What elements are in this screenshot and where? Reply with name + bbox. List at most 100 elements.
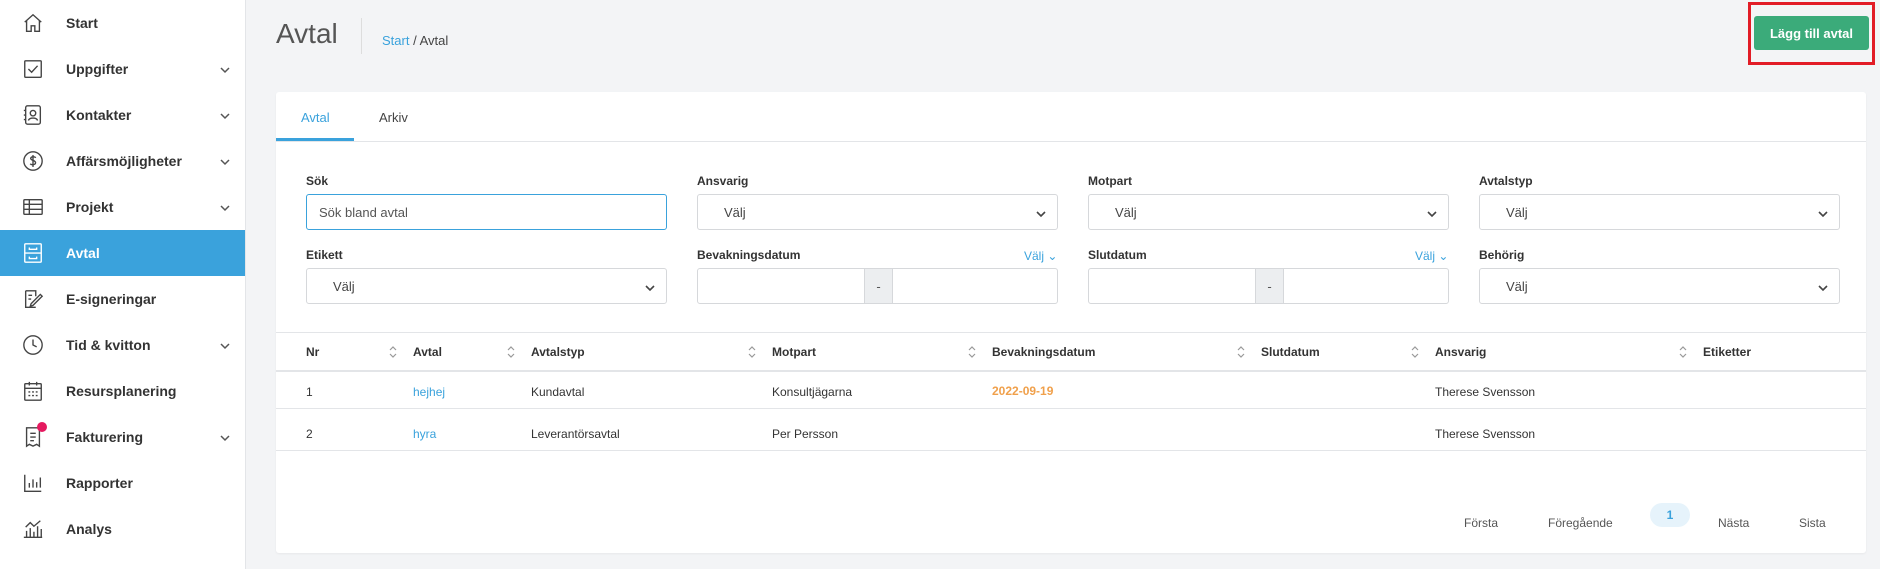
table-icon [22,196,44,218]
bevakningsdatum-from-input[interactable] [698,269,864,303]
slutdatum-select-link[interactable]: Välj ⌄ [1415,249,1448,263]
sort-icon[interactable] [967,345,977,359]
sort-icon[interactable] [388,345,398,359]
sidebar-item-label: Start [66,15,98,31]
breadcrumb-current: Avtal [419,33,449,48]
column-header-nr[interactable]: Nr [306,345,319,359]
sidebar-item-e-signeringar[interactable]: E-signeringar [0,276,245,322]
select-value: Välj [724,205,746,220]
sidebar-item-resursplanering[interactable]: Resursplanering [0,368,245,414]
bevakningsdatum-range: - [697,268,1058,304]
cell-motpart: Per Persson [772,427,839,441]
column-header-avtalstyp[interactable]: Avtalstyp [531,345,585,359]
column-header-avtal[interactable]: Avtal [413,345,442,359]
behorig-select[interactable]: Välj [1479,268,1840,304]
sidebar-item-label: E-signeringar [66,291,157,307]
sidebar-item-start[interactable]: Start [0,0,245,46]
column-header-motpart[interactable]: Motpart [772,345,816,359]
tab-arkiv[interactable]: Arkiv [379,110,408,125]
sidebar-item-affarsmojligheter[interactable]: Affärsmöjligheter [0,138,245,184]
etikett-select[interactable]: Välj [306,268,667,304]
tab-avtal[interactable]: Avtal [301,110,330,125]
chevron-down-icon[interactable] [219,201,231,213]
contacts-icon [22,104,44,126]
sort-icon[interactable] [1410,345,1420,359]
breadcrumb-link-start[interactable]: Start [382,33,409,48]
active-tab-indicator [276,138,354,141]
sok-label: Sök [306,174,329,188]
cell-bevakningsdatum: 2022-09-19 [992,384,1054,398]
motpart-select[interactable]: Välj [1088,194,1449,230]
sidebar-item-label: Avtal [66,245,100,261]
sidebar-item-projekt[interactable]: Projekt [0,184,245,230]
link-label: Välj [1024,249,1045,263]
chevron-down-icon: ⌄ [1438,249,1449,263]
sort-icon[interactable] [1678,345,1688,359]
cell-avtal-link[interactable]: hyra [413,427,436,441]
cell-avtalstyp: Kundavtal [531,385,585,399]
sidebar-item-analys[interactable]: Analys [0,506,245,552]
chevron-down-icon: ⌄ [1047,249,1058,263]
pagination-first[interactable]: Första [1464,516,1498,530]
sidebar-item-label: Tid & kvitton [66,337,151,353]
chevron-down-icon[interactable] [219,339,231,351]
sidebar-item-kontakter[interactable]: Kontakter [0,92,245,138]
pagination-last[interactable]: Sista [1799,516,1826,530]
column-header-ansvarig[interactable]: Ansvarig [1435,345,1486,359]
pagination-current-page[interactable]: 1 [1650,503,1690,527]
bevakningsdatum-to-input[interactable] [893,269,1057,303]
select-value: Välj [333,279,355,294]
add-agreement-button[interactable]: Lägg till avtal [1754,16,1869,50]
slutdatum-to-input[interactable] [1284,269,1448,303]
select-value: Välj [1506,279,1528,294]
notification-badge [37,422,47,432]
select-value: Välj [1115,205,1137,220]
cell-motpart: Konsultjägarna [772,385,853,399]
sort-icon[interactable] [506,345,516,359]
pagination-next[interactable]: Nästa [1718,516,1749,530]
ansvarig-select[interactable]: Välj [697,194,1058,230]
cell-ansvarig: Therese Svensson [1435,385,1536,399]
sort-icon[interactable] [747,345,757,359]
breadcrumb: Start / Avtal [382,33,448,48]
bevakningsdatum-label: Bevakningsdatum [697,248,801,262]
chevron-down-icon [1817,207,1829,219]
cabinet-icon [22,242,44,264]
slutdatum-from-input[interactable] [1089,269,1255,303]
chevron-down-icon [644,281,656,293]
chevron-down-icon[interactable] [219,431,231,443]
table-row: 2 hyra Leverantörsavtal Per Persson Ther… [276,416,1866,451]
behorig-label: Behörig [1479,248,1525,262]
main-card: Avtal Arkiv Sök Ansvarig Välj Motpart Vä… [276,92,1866,553]
home-icon [22,12,44,34]
cell-ansvarig: Therese Svensson [1435,427,1536,441]
motpart-label: Motpart [1088,174,1132,188]
cell-avtal-link[interactable]: hejhej [413,385,445,399]
avtalstyp-select[interactable]: Välj [1479,194,1840,230]
column-header-etiketter[interactable]: Etiketter [1703,345,1751,359]
sidebar-item-tid-kvitton[interactable]: Tid & kvitton [0,322,245,368]
chevron-down-icon [1035,207,1047,219]
sidebar-item-label: Fakturering [66,429,144,445]
column-header-slutdatum[interactable]: Slutdatum [1261,345,1320,359]
sidebar-item-avtal[interactable]: Avtal [0,230,245,276]
sidebar-item-fakturering[interactable]: Fakturering [0,414,245,460]
sort-icon[interactable] [1236,345,1246,359]
chevron-down-icon[interactable] [219,63,231,75]
link-label: Välj [1415,249,1436,263]
slutdatum-range: - [1088,268,1449,304]
range-separator: - [1255,269,1284,303]
search-input[interactable] [306,194,667,230]
sidebar-item-label: Uppgifter [66,61,129,77]
bevakningsdatum-select-link[interactable]: Välj ⌄ [1024,249,1057,263]
chevron-down-icon[interactable] [219,109,231,121]
sidebar-item-label: Analys [66,521,112,537]
cell-avtalstyp: Leverantörsavtal [531,427,620,441]
sidebar-item-label: Resursplanering [66,383,177,399]
chevron-down-icon [1817,281,1829,293]
column-header-bevakningsdatum[interactable]: Bevakningsdatum [992,345,1095,359]
sidebar-item-uppgifter[interactable]: Uppgifter [0,46,245,92]
chevron-down-icon[interactable] [219,155,231,167]
pagination-previous[interactable]: Föregående [1548,516,1613,530]
sidebar-item-rapporter[interactable]: Rapporter [0,460,245,506]
